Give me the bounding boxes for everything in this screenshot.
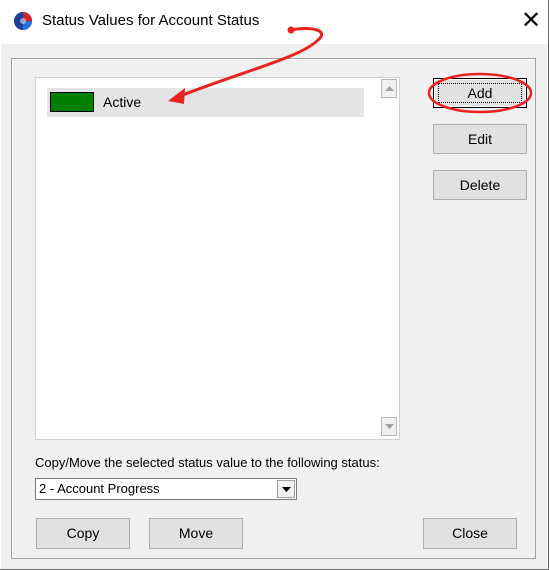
delete-button[interactable]: Delete xyxy=(433,170,527,200)
chevron-down-icon[interactable] xyxy=(277,480,295,498)
scroll-down-button[interactable] xyxy=(381,417,397,436)
add-button[interactable]: Add xyxy=(433,78,527,108)
title-bar: Status Values for Account Status ✕ xyxy=(0,0,548,44)
close-button[interactable]: Close xyxy=(423,518,517,549)
status-values-dialog: Status Values for Account Status ✕ Activ… xyxy=(0,0,549,570)
list-item[interactable]: Active xyxy=(47,88,364,117)
scroll-up-button[interactable] xyxy=(381,79,397,98)
close-icon[interactable]: ✕ xyxy=(516,6,546,36)
status-color-swatch xyxy=(50,92,94,112)
selected-status-value: 2 - Account Progress xyxy=(39,481,160,496)
status-label: Active xyxy=(103,94,142,110)
target-status-dropdown[interactable]: 2 - Account Progress xyxy=(35,478,297,500)
move-button[interactable]: Move xyxy=(149,518,243,549)
edit-button[interactable]: Edit xyxy=(433,124,527,154)
copy-move-label: Copy/Move the selected status value to t… xyxy=(35,455,380,470)
window-title: Status Values for Account Status xyxy=(42,12,260,29)
status-values-list[interactable]: Active xyxy=(35,77,400,440)
app-logo-icon xyxy=(12,10,34,32)
copy-button[interactable]: Copy xyxy=(36,518,130,549)
